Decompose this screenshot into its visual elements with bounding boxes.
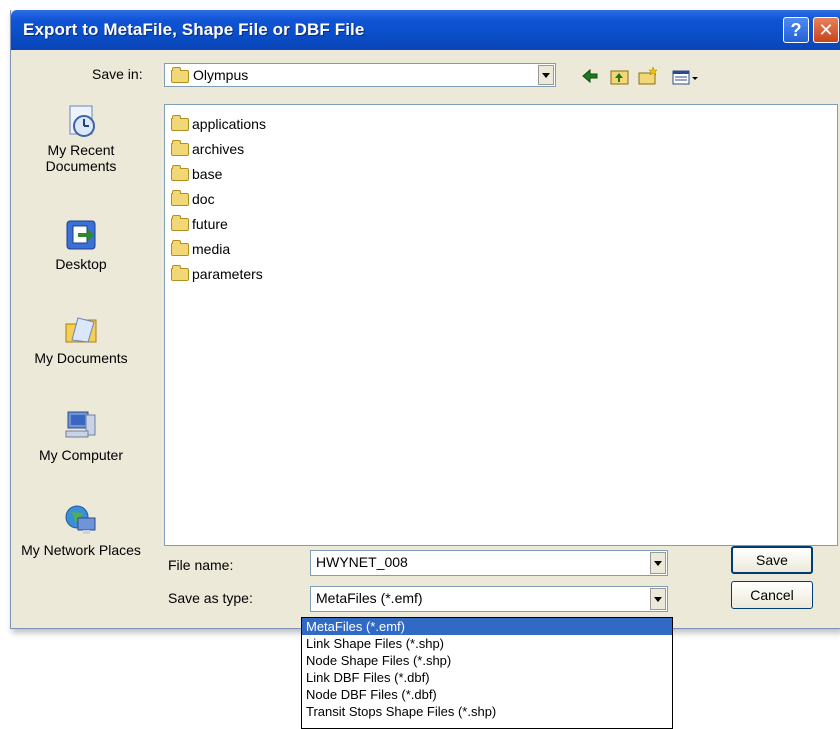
dropdown-option[interactable]: Link Shape Files (*.shp): [302, 635, 672, 652]
chevron-down-icon: [654, 596, 662, 602]
place-network-places[interactable]: My Network Places: [11, 504, 151, 558]
place-label: My Computer: [38, 447, 124, 463]
dropdown-option[interactable]: Node DBF Files (*.dbf): [302, 686, 672, 703]
dropdown-option[interactable]: MetaFiles (*.emf): [302, 618, 672, 635]
place-my-documents[interactable]: My Documents: [11, 312, 151, 366]
new-folder-icon[interactable]: [638, 66, 658, 85]
list-item[interactable]: doc: [171, 189, 215, 208]
save-in-label: Save in:: [92, 66, 143, 82]
save-in-combo[interactable]: Olympus: [164, 63, 556, 87]
help-button[interactable]: ?: [783, 17, 809, 43]
save-as-type-dropdown-button[interactable]: [650, 588, 666, 610]
file-name-label: archives: [192, 141, 245, 158]
folder-icon: [171, 214, 189, 231]
file-name-dropdown-button[interactable]: [650, 552, 666, 574]
dropdown-option[interactable]: Link DBF Files (*.dbf): [302, 669, 672, 686]
my-documents-icon: [64, 312, 98, 346]
chevron-down-icon: [654, 560, 662, 566]
file-list[interactable]: applications archives base doc future me…: [164, 104, 838, 546]
list-item[interactable]: applications: [171, 114, 266, 133]
save-button[interactable]: Save: [731, 546, 813, 574]
save-as-type-value: MetaFiles (*.emf): [316, 590, 423, 606]
cancel-button[interactable]: Cancel: [731, 581, 813, 609]
navigation-toolbar: [582, 66, 698, 85]
folder-icon: [171, 114, 189, 131]
file-name-input[interactable]: HWYNET_008: [310, 550, 668, 576]
place-desktop[interactable]: Desktop: [11, 218, 151, 272]
file-name-label: future: [192, 216, 228, 233]
file-name-value: HWYNET_008: [316, 554, 408, 570]
place-label: My Network Places: [21, 542, 141, 558]
place-label: Desktop: [55, 256, 107, 272]
file-name-label: File name:: [168, 557, 234, 573]
my-computer-icon: [64, 409, 98, 443]
desktop-icon: [64, 218, 98, 252]
folder-icon: [171, 264, 189, 281]
save-as-type-select[interactable]: MetaFiles (*.emf): [310, 586, 668, 612]
recent-documents-icon: [64, 104, 98, 138]
chevron-down-icon: [542, 72, 550, 78]
list-item[interactable]: archives: [171, 139, 245, 158]
place-label: My Documents: [34, 350, 128, 366]
file-name-label: doc: [192, 191, 215, 208]
folder-icon: [171, 189, 189, 206]
file-name-label: base: [192, 166, 223, 183]
list-item[interactable]: media: [171, 239, 231, 258]
save-as-type-label: Save as type:: [168, 590, 253, 606]
folder-icon: [171, 139, 189, 156]
folder-icon: [171, 67, 189, 83]
list-item[interactable]: future: [171, 214, 228, 233]
close-button[interactable]: ✕: [813, 17, 839, 43]
list-item[interactable]: base: [171, 164, 223, 183]
file-name-label: media: [192, 241, 231, 258]
back-arrow-icon[interactable]: [582, 68, 598, 84]
export-dialog: Export to MetaFile, Shape File or DBF Fi…: [10, 10, 840, 629]
place-recent-documents[interactable]: My Recent Documents: [11, 104, 151, 174]
save-in-value: Olympus: [193, 67, 249, 83]
save-as-type-dropdown-list[interactable]: MetaFiles (*.emf) Link Shape Files (*.sh…: [301, 617, 673, 729]
view-menu-icon[interactable]: [672, 70, 698, 85]
folder-icon: [171, 164, 189, 181]
file-name-label: applications: [192, 116, 266, 133]
save-in-dropdown-button[interactable]: [538, 65, 554, 85]
file-name-label: parameters: [192, 266, 263, 283]
folder-icon: [171, 239, 189, 256]
up-folder-icon[interactable]: [610, 70, 629, 85]
title-bar[interactable]: Export to MetaFile, Shape File or DBF Fi…: [11, 10, 840, 50]
dialog-title: Export to MetaFile, Shape File or DBF Fi…: [23, 20, 365, 39]
dropdown-option[interactable]: Transit Stops Shape Files (*.shp): [302, 703, 672, 720]
place-label: My Recent Documents: [45, 142, 117, 174]
place-my-computer[interactable]: My Computer: [11, 409, 151, 463]
network-places-icon: [64, 504, 98, 538]
dropdown-option[interactable]: Node Shape Files (*.shp): [302, 652, 672, 669]
list-item[interactable]: parameters: [171, 264, 263, 283]
